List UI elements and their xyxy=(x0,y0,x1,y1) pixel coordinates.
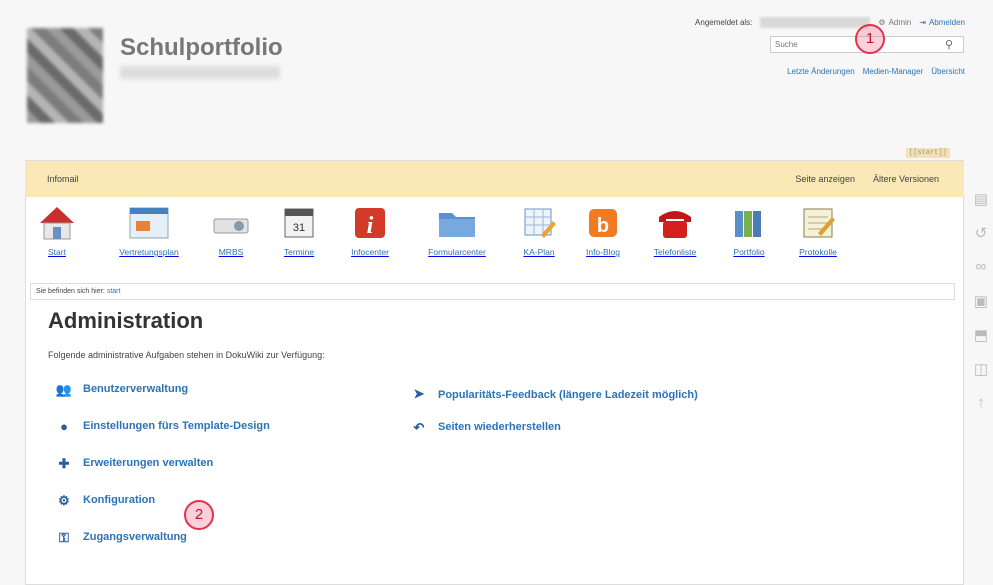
admin-item-label: Popularitäts-Feedback (längere Ladezeit … xyxy=(438,389,698,401)
logout-icon: ⇥ xyxy=(919,18,926,27)
puzzle-icon: ✚ xyxy=(58,456,70,471)
admin-item-extensions[interactable]: ✚ Erweiterungen verwalten xyxy=(55,457,270,471)
schedule-icon xyxy=(127,203,171,243)
history-icon[interactable]: ↺ xyxy=(972,224,990,244)
nav-label: Vertretungsplan xyxy=(119,247,179,257)
blog-icon: b xyxy=(581,203,625,243)
breadcrumb-link-start[interactable]: start xyxy=(107,288,121,295)
table-edit-icon xyxy=(517,203,561,243)
arrow-up-icon[interactable]: ↑ xyxy=(972,394,990,414)
view-page-link[interactable]: Seite anzeigen xyxy=(795,174,855,184)
blank-page-icon[interactable]: ◫ xyxy=(972,360,990,380)
save-icon[interactable]: ▣ xyxy=(972,292,990,312)
nav-item-protokolle[interactable]: Protokolle xyxy=(793,203,843,257)
page-tools-sidebar: ▤ ↺ ∞ ▣ ⬒ ◫ ↑ xyxy=(972,190,990,414)
page-icon[interactable]: ▤ xyxy=(972,190,990,210)
notepad-icon xyxy=(796,203,840,243)
logout-link[interactable]: ⇥ Abmelden xyxy=(919,18,965,27)
admin-link[interactable]: ⚙ Admin xyxy=(878,18,911,27)
users-icon: 👥 xyxy=(55,382,73,397)
old-versions-link[interactable]: Ältere Versionen xyxy=(873,174,939,184)
infomail-link[interactable]: Infomail xyxy=(47,174,79,184)
admin-description: Folgende administrative Aufgaben stehen … xyxy=(48,350,325,360)
admin-item-label: Seiten wiederherstellen xyxy=(438,421,561,433)
gear-icon: ⚙ xyxy=(878,18,886,27)
nav-label: Protokolle xyxy=(799,247,837,257)
admin-item-label: Zugangsverwaltung xyxy=(83,531,187,543)
admin-item-popularity[interactable]: ➤ Popularitäts-Feedback (längere Ladezei… xyxy=(410,387,720,403)
nav-item-mrbs[interactable]: MRBS xyxy=(209,203,253,257)
admin-item-label: Einstellungen fürs Template-Design xyxy=(83,420,270,432)
admin-link-label: Admin xyxy=(888,18,912,27)
nav-item-start[interactable]: Start xyxy=(35,203,79,257)
search-icon[interactable]: ⚲ xyxy=(945,38,953,51)
calendar-icon: 31 xyxy=(277,203,321,243)
breadcrumb-prefix: Sie befinden sich hier: xyxy=(36,288,105,295)
admin-item-label: Konfiguration xyxy=(83,494,156,506)
site-title[interactable]: Schulportfolio xyxy=(120,34,283,62)
media-manager-link[interactable]: Medien-Manager xyxy=(863,67,923,76)
quick-nav: Start Vertretungsplan MRBS 31 Termine i … xyxy=(35,203,843,257)
nav-label: Infocenter xyxy=(351,247,389,257)
nav-label: Telefonliste xyxy=(653,247,697,257)
phone-icon xyxy=(653,203,697,243)
page-title: Administration xyxy=(48,308,204,333)
admin-item-revert[interactable]: ↶ Seiten wiederherstellen xyxy=(410,421,720,435)
admin-task-list-right: ➤ Popularitäts-Feedback (längere Ladezei… xyxy=(410,387,720,458)
nav-label: Start xyxy=(48,247,66,257)
admin-task-list-left: 👥 Benutzerverwaltung ● Einstellungen für… xyxy=(55,383,270,568)
breadcrumb: Sie befinden sich hier: start xyxy=(30,283,955,300)
nav-item-infocenter[interactable]: i Infocenter xyxy=(345,203,395,257)
admin-item-zugangsverwaltung[interactable]: ⚿ Zugangsverwaltung xyxy=(55,531,270,545)
logout-link-label: Abmelden xyxy=(928,18,965,27)
nav-item-ka-plan[interactable]: KA-Plan xyxy=(517,203,561,257)
key-icon: ⚿ xyxy=(59,530,69,545)
nav-label: Portfolio xyxy=(733,247,765,257)
nav-label: Info-Blog xyxy=(585,247,621,257)
svg-text:31: 31 xyxy=(293,222,305,234)
annotation-badge-2: 2 xyxy=(184,500,214,530)
undo-icon: ↶ xyxy=(413,420,425,435)
site-tools: Letzte Änderungen Medien-Manager Übersic… xyxy=(787,67,965,76)
user-bar: Angemeldet als: ⚙ Admin ⇥ Abmelden xyxy=(695,17,965,28)
palette-icon: ● xyxy=(60,419,68,434)
send-icon: ➤ xyxy=(413,386,425,401)
sitemap-link[interactable]: Übersicht xyxy=(931,67,965,76)
svg-text:b: b xyxy=(597,215,609,237)
link-icon[interactable]: ∞ xyxy=(972,258,990,278)
site-logo[interactable] xyxy=(27,28,103,123)
nav-item-vertretungsplan[interactable]: Vertretungsplan xyxy=(109,203,189,257)
info-bar: Infomail Seite anzeigen Ältere Versionen xyxy=(25,161,964,197)
home-icon xyxy=(35,203,79,243)
pdf-icon[interactable]: ⬒ xyxy=(972,326,990,346)
admin-item-label: Benutzerverwaltung xyxy=(83,383,189,395)
info-icon: i xyxy=(348,203,392,243)
admin-item-template-design[interactable]: ● Einstellungen fürs Template-Design xyxy=(55,420,270,434)
folder-icon xyxy=(435,203,479,243)
user-name-blurred xyxy=(760,17,871,28)
nav-item-termine[interactable]: 31 Termine xyxy=(277,203,321,257)
page-id: [[start]] xyxy=(906,148,950,158)
nav-item-telefonliste[interactable]: Telefonliste xyxy=(647,203,703,257)
binders-icon xyxy=(727,203,771,243)
nav-item-portfolio[interactable]: Portfolio xyxy=(727,203,771,257)
recent-changes-link[interactable]: Letzte Änderungen xyxy=(787,67,855,76)
projector-icon xyxy=(209,203,253,243)
nav-item-formularcenter[interactable]: Formularcenter xyxy=(423,203,491,257)
admin-item-label: Erweiterungen verwalten xyxy=(83,457,214,469)
gear-icon: ⚙ xyxy=(58,493,70,508)
nav-label: KA-Plan xyxy=(523,247,555,257)
admin-item-konfiguration[interactable]: ⚙ Konfiguration xyxy=(55,494,270,508)
nav-label: Formularcenter xyxy=(428,247,486,257)
nav-item-info-blog[interactable]: b Info-Blog xyxy=(581,203,625,257)
nav-label: Termine xyxy=(283,247,315,257)
nav-label: MRBS xyxy=(218,247,244,257)
svg-text:i: i xyxy=(367,213,374,239)
site-subtitle-blurred xyxy=(120,66,280,79)
annotation-badge-1: 1 xyxy=(855,24,885,54)
logged-in-label: Angemeldet als: xyxy=(695,18,753,27)
admin-item-benutzerverwaltung[interactable]: 👥 Benutzerverwaltung xyxy=(55,383,270,397)
